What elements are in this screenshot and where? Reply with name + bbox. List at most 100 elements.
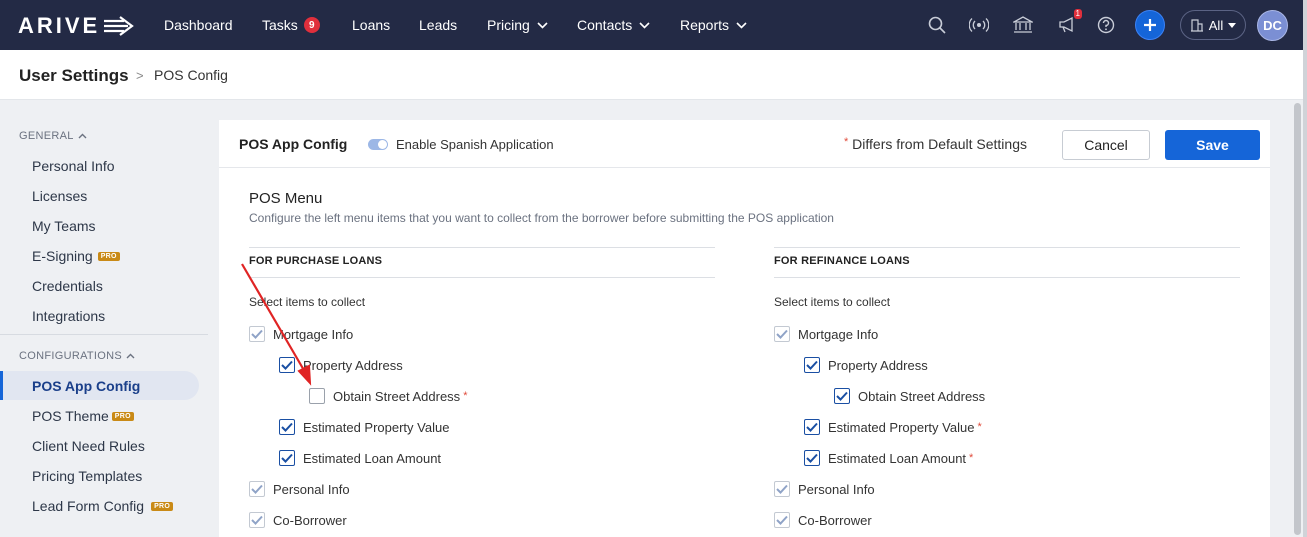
divider: [774, 277, 1240, 278]
checkbox-box[interactable]: [279, 419, 295, 435]
window-edge: [1303, 0, 1307, 537]
chevron-up-icon: [78, 133, 87, 139]
arive-logo[interactable]: ARIVE: [18, 13, 136, 39]
divider: [774, 247, 1240, 248]
checkbox-box[interactable]: [804, 419, 820, 435]
purchase-estimated-loan-amount-checkbox[interactable]: Estimated Loan Amount: [279, 450, 441, 466]
spanish-application-toggle[interactable]: [368, 139, 388, 150]
checkbox-label: Property Address: [303, 357, 403, 373]
sidebar-item-pricing-templates[interactable]: Pricing Templates: [32, 468, 142, 484]
nav-contacts[interactable]: Contacts: [577, 0, 650, 50]
checkbox-label: Estimated Property Value: [828, 419, 975, 435]
scope-select-value: All: [1208, 17, 1224, 33]
checkbox-box[interactable]: [249, 326, 265, 342]
checkbox-box[interactable]: [774, 326, 790, 342]
sidebar-item-my-teams[interactable]: My Teams: [32, 218, 96, 234]
scope-select[interactable]: All: [1180, 10, 1246, 40]
refinance-estimated-loan-amount-checkbox[interactable]: Estimated Loan Amount *: [804, 450, 973, 466]
user-avatar[interactable]: DC: [1257, 10, 1288, 41]
sidebar-item-pos-app-config[interactable]: POS App Config: [32, 378, 140, 394]
nav-loans[interactable]: Loans: [352, 0, 390, 50]
top-nav: ARIVE Dashboard Tasks 9 Loans Leads Pric…: [0, 0, 1307, 50]
purchase-obtain-street-address-checkbox[interactable]: Obtain Street Address *: [309, 388, 467, 404]
checkbox-box[interactable]: [804, 357, 820, 373]
sidebar-divider: [0, 334, 208, 335]
pro-badge: PRO: [151, 501, 174, 511]
sidebar-item-personal-info[interactable]: Personal Info: [32, 158, 115, 174]
sidebar-item-lead-form-config[interactable]: Lead Form Config PRO: [32, 498, 174, 514]
megaphone-icon[interactable]: 1: [1056, 9, 1082, 36]
search-icon[interactable]: [926, 14, 948, 36]
purchase-personal-info-checkbox[interactable]: Personal Info: [249, 481, 350, 497]
differs-note: * Differs from Default Settings: [844, 136, 1027, 152]
checkbox-label: Mortgage Info: [798, 326, 879, 342]
panel-title: POS App Config: [239, 136, 348, 152]
sidebar-item-client-need-rules[interactable]: Client Need Rules: [32, 438, 145, 454]
checkbox-box[interactable]: [279, 357, 295, 373]
page-title[interactable]: User Settings: [19, 66, 129, 86]
checkbox-label: Property Address: [828, 357, 928, 373]
settings-sidebar: GENERAL Personal Info Licenses My Teams …: [0, 101, 208, 537]
nav-reports[interactable]: Reports: [680, 0, 747, 50]
sidebar-item-e-signing[interactable]: E-Signing PRO: [32, 248, 120, 264]
refinance-personal-info-checkbox[interactable]: Personal Info: [774, 481, 875, 497]
nav-tasks[interactable]: Tasks 9: [262, 0, 320, 50]
add-new-button[interactable]: [1135, 10, 1165, 40]
pro-badge: PRO: [97, 251, 120, 261]
checkbox-box[interactable]: [249, 481, 265, 497]
purchase-mortgage-info-checkbox[interactable]: Mortgage Info: [249, 326, 353, 342]
purchase-co-borrower-checkbox[interactable]: Co-Borrower: [249, 512, 347, 528]
refinance-mortgage-info-checkbox[interactable]: Mortgage Info: [774, 326, 878, 342]
nav-leads[interactable]: Leads: [419, 0, 457, 50]
required-marker: *: [844, 136, 849, 148]
sidebar-item-credentials[interactable]: Credentials: [32, 278, 103, 294]
checkbox-box[interactable]: [774, 512, 790, 528]
save-button[interactable]: Save: [1165, 130, 1260, 160]
checkbox-label: Co-Borrower: [273, 512, 347, 528]
refinance-obtain-street-address-checkbox[interactable]: Obtain Street Address: [834, 388, 985, 404]
logo-text: ARIVE: [18, 13, 101, 38]
nav-pricing[interactable]: Pricing: [487, 0, 548, 50]
sidebar-item-pos-theme[interactable]: POS Theme PRO: [32, 408, 134, 424]
sidebar-item-licenses[interactable]: Licenses: [32, 188, 87, 204]
purchase-property-address-checkbox[interactable]: Property Address: [279, 357, 403, 373]
broadcast-icon[interactable]: [968, 14, 990, 36]
purchase-estimated-property-value-checkbox[interactable]: Estimated Property Value: [279, 419, 449, 435]
checkbox-box[interactable]: [774, 481, 790, 497]
refinance-estimated-property-value-checkbox[interactable]: Estimated Property Value *: [804, 419, 982, 435]
checkbox-label: Obtain Street Address: [333, 388, 461, 404]
tasks-count-badge: 9: [303, 17, 320, 33]
differs-marker: *: [969, 452, 974, 464]
help-icon[interactable]: [1095, 14, 1117, 36]
breadcrumb-current: POS Config: [154, 67, 228, 83]
checkbox-label: Estimated Property Value: [303, 419, 450, 435]
sidebar-item-integrations[interactable]: Integrations: [32, 308, 105, 324]
checkbox-box[interactable]: [279, 450, 295, 466]
chevron-down-icon: [736, 21, 747, 29]
checkbox-label: Estimated Loan Amount: [303, 450, 442, 466]
breadcrumb-separator: >: [136, 68, 144, 83]
refinance-co-borrower-checkbox[interactable]: Co-Borrower: [774, 512, 872, 528]
refinance-loans-heading: FOR REFINANCE LOANS: [774, 255, 910, 267]
caret-down-icon: [1228, 22, 1237, 28]
pos-app-config-panel: POS App Config Enable Spanish Applicatio…: [219, 120, 1270, 537]
bank-icon[interactable]: [1012, 14, 1034, 36]
checkbox-box[interactable]: [834, 388, 850, 404]
notification-count-badge: 1: [1073, 9, 1082, 19]
chevron-down-icon: [639, 21, 650, 29]
pos-menu-description: Configure the left menu items that you w…: [249, 211, 834, 225]
nav-dashboard[interactable]: Dashboard: [164, 0, 233, 50]
sidebar-section-general[interactable]: GENERAL: [19, 130, 87, 142]
scrollbar-thumb[interactable]: [1294, 103, 1301, 535]
divider: [249, 277, 715, 278]
checkbox-label: Mortgage Info: [273, 326, 354, 342]
cancel-button[interactable]: Cancel: [1062, 130, 1150, 160]
page-scrollbar[interactable]: [1293, 101, 1303, 537]
checkbox-box[interactable]: [249, 512, 265, 528]
checkbox-box[interactable]: [309, 388, 325, 404]
sidebar-section-configurations[interactable]: CONFIGURATIONS: [19, 350, 135, 362]
pos-menu-title: POS Menu: [249, 190, 323, 207]
checkbox-box[interactable]: [804, 450, 820, 466]
chevron-up-icon: [126, 353, 135, 359]
refinance-property-address-checkbox[interactable]: Property Address: [804, 357, 928, 373]
